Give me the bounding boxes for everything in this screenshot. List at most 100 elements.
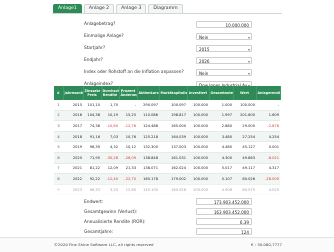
table-row: 3 2017 74,38 -10,60 -12,76 124.488 165.000 100.… [54, 120, 280, 132]
table-cell: 15,25 [119, 110, 137, 122]
single-investment-value: Nein [199, 35, 209, 40]
settings-form: Anlagebetrag? 10.000.000 Einmalige Anlag… [84, 20, 252, 92]
table-row: 2 2016 104,38 10,19 15,25 110.086 198.817 100.0… [54, 110, 280, 122]
table-cell: 5.017 [209, 163, 233, 175]
table-cell: 290.097 [137, 100, 159, 111]
table-cell: 165.000 [159, 120, 187, 132]
table-cell: -26,09 [119, 152, 137, 164]
table-cell: 2.880 [209, 120, 233, 132]
col-total-shares[interactable]: Gesamtanteile [209, 86, 234, 100]
table-cell: -8.021 [256, 152, 280, 164]
col-rate[interactable]: Zinssatz Preis [83, 86, 102, 100]
table-cell: - [119, 100, 137, 111]
table-cell: 100.000 [187, 141, 209, 153]
table-cell: 132.300 [137, 141, 159, 153]
investment-label: Anlagebetrag? [84, 22, 116, 27]
table-row: 7 2021 81,22 12,09 21,33 138.071 162.024 100.00… [54, 163, 280, 175]
chevron-down-icon: ▾ [247, 71, 250, 76]
table-cell: 10,19 [101, 110, 119, 122]
table-cell: 100.000 [187, 163, 209, 175]
table-cell: 100.000 [187, 152, 209, 164]
table-cell: 10,12 [119, 141, 137, 153]
end-year-value: 2026 [199, 59, 210, 64]
table-cell: 100.000 [187, 120, 209, 132]
table-cell: 49.863 [233, 152, 256, 164]
summary-total-gain: Gesamtgewinn (Verlust): 163.903.452,000 [84, 208, 252, 218]
table-cell: 101,10 [83, 100, 101, 111]
table-cell: 2017 [63, 120, 83, 132]
table-cell: 1.997 [209, 110, 233, 122]
table-cell: 3 [54, 120, 63, 132]
table-cell: 1 [54, 100, 63, 111]
table-header-row: # Jahresanfang Zinssatz Preis Durchschni… [54, 86, 281, 100]
table-cell: 4.480 [209, 141, 233, 153]
table-cell: 3.480 [209, 131, 233, 143]
end-year-select[interactable]: 2026 ▾ [196, 57, 252, 64]
total-gain-field: 163.903.452,000 [196, 208, 252, 215]
table-cell: -10,60 [101, 120, 119, 132]
table-row: 1 2015 101,10 1,70-290.097 100.097 100.000 1.0… [54, 100, 280, 111]
col-value[interactable]: Wert [233, 86, 257, 100]
col-year[interactable]: Jahresanfang [63, 86, 84, 100]
single-investment-select[interactable]: Nein ▾ [196, 33, 252, 40]
end-value-label: Endwert: [84, 199, 104, 205]
start-year-select[interactable]: 2015 ▾ [196, 45, 252, 52]
summary-end-value: Endwert: 173.903.452,000 [84, 198, 252, 208]
table-cell: 198.817 [159, 110, 187, 122]
table-cell: 1.609 [256, 110, 280, 122]
table-cell: 161.031 [159, 152, 187, 164]
table-row: 6 2020 71,95 -30,28 -26,09 138.848 161.031 100.… [54, 152, 280, 164]
col-share-price[interactable]: Aktienkurs [137, 86, 160, 100]
table-cell: 12,09 [101, 163, 119, 175]
table-cell: 0.001 [256, 141, 280, 153]
col-invested[interactable]: Investiert [187, 86, 210, 100]
col-avg-return[interactable]: Durchschnittliche Rendite [101, 86, 120, 100]
table-cell: 5 [54, 141, 63, 153]
table-cell: 74,38 [83, 120, 101, 132]
table-cell: 49.117 [233, 163, 256, 175]
table-cell: 1,70 [101, 100, 119, 111]
table-cell: 100.097 [159, 100, 187, 111]
table-cell: 81,22 [83, 163, 101, 175]
table-cell: 2 [54, 110, 63, 122]
table-cell: 110.086 [137, 110, 159, 122]
table-cell: 7 [54, 163, 63, 175]
table-cell: 4.254 [256, 131, 280, 143]
copyright-text: ©2020 Fine Shine Software LLC, all right… [54, 242, 154, 247]
table-cell: 138.071 [137, 163, 159, 175]
results-table: # Jahresanfang Zinssatz Preis Durchschni… [54, 86, 281, 196]
col-index[interactable]: # [54, 86, 64, 100]
table-row: 4 2018 91,16 7,03 10,76 125.218 164.039 100.000… [54, 131, 280, 143]
years-field: 124 [196, 228, 252, 235]
ror-label: Annualisierte Rendite (ROR): [84, 219, 146, 225]
table-cell: 2016 [63, 110, 83, 122]
table-cell: 4.317 [256, 163, 280, 175]
summary-ror: Annualisierte Rendite (ROR): 6,39 [84, 218, 252, 228]
table-cell: 10,76 [119, 131, 137, 143]
table-cell: -30,28 [101, 152, 119, 164]
table-fade [54, 180, 280, 198]
start-year-label: Startjahr? [84, 46, 106, 51]
end-year-label: Endjahr? [84, 58, 103, 63]
table-cell: 91,16 [83, 131, 101, 143]
table-cell: 27.254 [233, 131, 256, 143]
investment-input[interactable]: 10.000.000 [196, 21, 252, 28]
table-cell: 137.003 [159, 141, 187, 153]
table-cell: 4 [54, 131, 63, 143]
table-cell: 7,03 [101, 131, 119, 143]
years-label: Gesamtjahre: [84, 229, 114, 235]
table-cell: 201.600 [233, 110, 256, 122]
col-market-cap[interactable]: Marktkapitalisierung [159, 86, 188, 100]
table-cell: 45.127 [233, 141, 256, 153]
table-cell: 164.039 [159, 131, 187, 143]
table-row: 5 2019 96,39 4,32 10,12 132.300 137.003 100.000… [54, 141, 280, 153]
table-cell: 162.024 [159, 163, 187, 175]
table-cell: 2019 [63, 141, 83, 153]
inflation-adjust-select[interactable]: Nein ▾ [196, 69, 252, 76]
col-return[interactable]: Anlagerendite [256, 86, 281, 100]
col-percent-change[interactable]: Prozent Änderung [119, 86, 138, 100]
tab-divider [52, 13, 282, 14]
table-cell: 100.000 [187, 100, 209, 111]
table-cell: 2018 [63, 131, 83, 143]
footer: ©2020 Fine Shine Software LLC, all right… [0, 237, 334, 252]
